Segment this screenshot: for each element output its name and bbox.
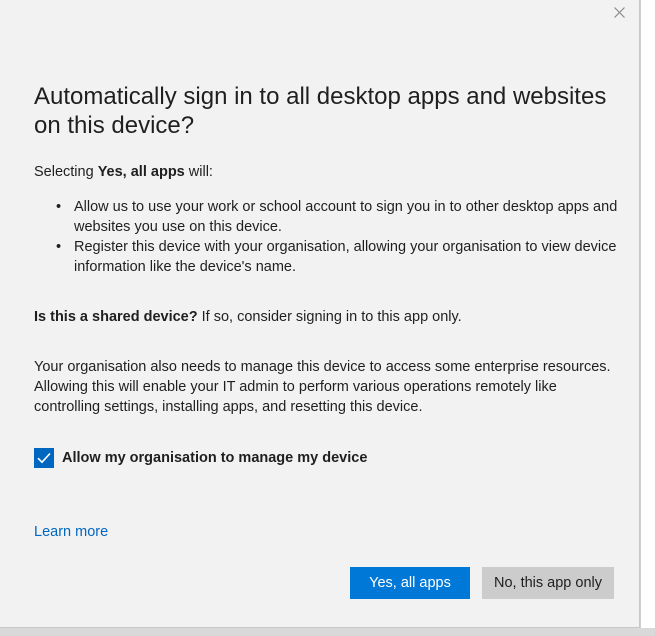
close-button[interactable] bbox=[605, 2, 633, 22]
yes-all-apps-button[interactable]: Yes, all apps bbox=[350, 567, 470, 599]
sign-in-dialog: Automatically sign in to all desktop app… bbox=[0, 0, 640, 628]
list-item: Allow us to use your work or school acco… bbox=[52, 197, 622, 237]
intro-bold: Yes, all apps bbox=[97, 164, 185, 180]
intro-prefix: Selecting bbox=[34, 164, 98, 180]
shared-device-rest: If so, consider signing in to this app o… bbox=[197, 309, 462, 325]
intro-text: Selecting Yes, all apps will: bbox=[34, 162, 624, 182]
checkmark-icon bbox=[37, 452, 51, 464]
background-window-edge bbox=[640, 0, 655, 636]
background-window-bottom bbox=[0, 628, 655, 636]
manage-device-text: Your organisation also needs to manage t… bbox=[34, 359, 611, 415]
benefits-list: Allow us to use your work or school acco… bbox=[52, 197, 622, 277]
list-item: Register this device with your organisat… bbox=[52, 237, 622, 277]
shared-device-text: Is this a shared device? If so, consider… bbox=[34, 307, 624, 327]
no-this-app-only-button[interactable]: No, this app only bbox=[482, 567, 614, 599]
learn-more-link[interactable]: Learn more bbox=[34, 524, 108, 540]
manage-device-checkbox[interactable] bbox=[34, 448, 54, 468]
shared-device-bold: Is this a shared device? bbox=[34, 309, 198, 325]
manage-device-checkbox-label: Allow my organisation to manage my devic… bbox=[62, 450, 368, 466]
intro-suffix: will: bbox=[184, 164, 213, 180]
dialog-title: Automatically sign in to all desktop app… bbox=[34, 83, 607, 139]
close-icon bbox=[613, 6, 625, 18]
manage-device-checkbox-row[interactable]: Allow my organisation to manage my devic… bbox=[34, 448, 367, 468]
